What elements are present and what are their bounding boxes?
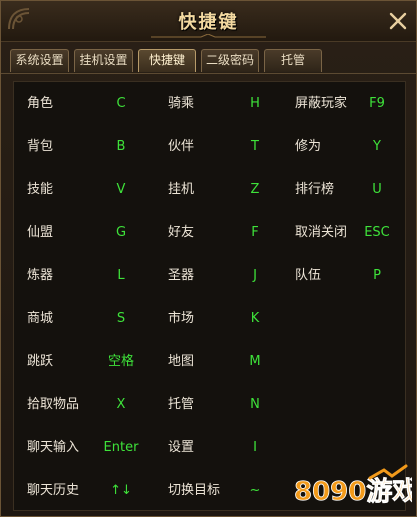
shortcut-key: Z: [250, 182, 260, 197]
shortcut-row: 拾取物品 X 托管 N: [14, 383, 405, 426]
title-underline-ornament-icon: [151, 34, 266, 38]
shortcut-label: 跳跃: [27, 354, 54, 369]
shortcut-label: 聊天历史: [27, 483, 80, 498]
shortcut-key: ↑↓: [110, 483, 132, 498]
shortcut-key: C: [116, 96, 126, 111]
shortcut-label: 挂机: [168, 182, 195, 197]
tab-shortcuts[interactable]: 快捷键: [138, 49, 196, 72]
shortcut-label: 切换目标: [168, 483, 221, 498]
shortcut-row: 炼器 L 圣器 J 队伍 P: [14, 254, 405, 297]
shortcut-key: K: [250, 311, 260, 326]
shortcut-label: 队伍: [295, 268, 322, 283]
watermark-text: 8090游戏: [294, 477, 412, 507]
shortcut-label: 托管: [168, 397, 195, 412]
shortcut-key: B: [116, 139, 126, 154]
tab-bar: 系统设置 挂机设置 快捷键 二级密码 托管: [1, 45, 416, 74]
shortcut-label: 骑乘: [168, 96, 195, 111]
shortcut-row: 聊天输入 Enter 设置 I: [14, 426, 405, 469]
shortcut-label: 拾取物品: [27, 397, 80, 412]
shortcut-row: 角色 C 骑乘 H 屏蔽玩家 F9: [14, 82, 405, 125]
shortcut-label: 修为: [295, 139, 322, 154]
shortcut-key: Y: [373, 139, 381, 154]
shortcut-label: 背包: [27, 139, 54, 154]
shortcut-label: 聊天输入: [27, 440, 80, 455]
shortcut-key: F: [251, 225, 259, 240]
shortcut-key: H: [250, 96, 260, 111]
shortcut-list: 角色 C 骑乘 H 屏蔽玩家 F9 背包 B 伙伴 T 修为 Y 技能 V 挂机…: [13, 81, 406, 511]
shortcut-key: G: [115, 225, 127, 240]
shortcut-key: M: [249, 354, 261, 369]
shortcut-key: N: [250, 397, 260, 412]
watermark-logo-icon: 8090游戏: [294, 464, 412, 507]
shortcut-key: P: [373, 268, 381, 283]
shortcut-label: 市场: [168, 311, 195, 326]
shortcut-key: ESC: [364, 225, 390, 240]
shortcut-key: T: [251, 139, 259, 154]
shortcut-label: 好友: [168, 225, 195, 240]
shortcut-label: 取消关闭: [295, 225, 348, 240]
shortcut-label: 地图: [168, 354, 195, 369]
shortcut-label: 设置: [168, 440, 195, 455]
shortcut-label: 仙盟: [27, 225, 54, 240]
close-button[interactable]: [386, 9, 410, 33]
shortcut-key: X: [116, 397, 126, 412]
shortcut-key: F9: [369, 96, 385, 111]
shortcut-label: 排行榜: [295, 182, 335, 197]
title-bar: 快捷键: [1, 1, 416, 42]
shortcut-window: 快捷键 系统设置 挂机设置 快捷键 二级密码 托管 角色 C 骑乘 H 屏蔽玩家…: [0, 0, 417, 517]
tab-system-settings[interactable]: 系统设置: [10, 49, 69, 72]
shortcut-key: S: [116, 311, 126, 326]
window-title: 快捷键: [178, 12, 239, 33]
shortcut-label: 圣器: [168, 268, 195, 283]
shortcut-row: 仙盟 G 好友 F 取消关闭 ESC: [14, 211, 405, 254]
shortcut-key: 空格: [107, 354, 134, 369]
shortcut-label: 角色: [27, 96, 54, 111]
tab-secondary-password[interactable]: 二级密码: [201, 49, 259, 72]
shortcut-key: J: [253, 268, 257, 283]
shortcut-key: I: [253, 440, 257, 455]
shortcut-row: 商城 S 市场 K: [14, 297, 405, 340]
shortcut-row: 跳跃 空格 地图 M: [14, 340, 405, 383]
tab-auto-battle-settings[interactable]: 挂机设置: [74, 49, 133, 72]
shortcut-label: 屏蔽玩家: [295, 96, 348, 111]
shortcut-label: 伙伴: [168, 139, 195, 154]
shortcut-key: ~: [249, 483, 261, 498]
shortcut-row: 技能 V 挂机 Z 排行榜 U: [14, 168, 405, 211]
close-icon: [389, 12, 407, 30]
shortcut-key: V: [116, 182, 126, 197]
shortcut-label: 商城: [27, 311, 54, 326]
shortcut-label: 炼器: [27, 268, 54, 283]
tab-hosting[interactable]: 托管: [264, 49, 322, 72]
shortcut-row: 背包 B 伙伴 T 修为 Y: [14, 125, 405, 168]
shortcut-key: L: [117, 268, 125, 283]
shortcut-label: 技能: [27, 182, 54, 197]
shortcut-key: Enter: [103, 440, 139, 455]
shortcut-key: U: [372, 182, 382, 197]
